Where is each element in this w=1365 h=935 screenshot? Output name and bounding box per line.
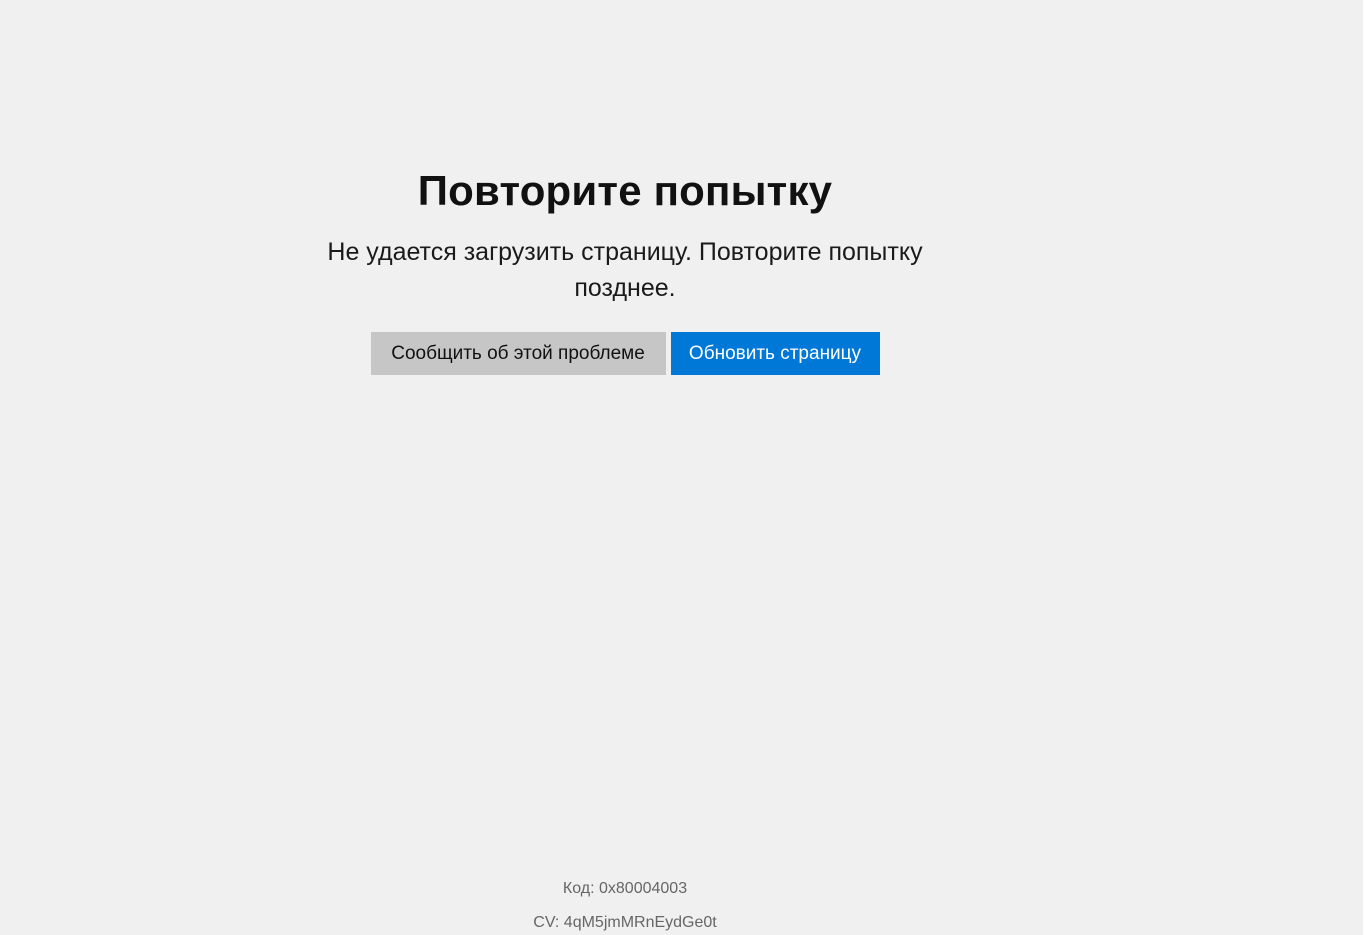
error-title: Повторите попытку	[417, 167, 833, 214]
error-actions: Сообщить об этой проблеме Обновить стран…	[300, 332, 950, 375]
diagnostic-footer: Код: 0x80004003 CV: 4qM5jmMRnEydGe0t	[475, 872, 775, 935]
error-message: Не удается загрузить страницу. Повторите…	[327, 238, 923, 302]
error-content: Повторите попытку Не удается загрузить с…	[300, 165, 950, 375]
error-code: Код: 0x80004003	[562, 880, 688, 897]
error-page: Повторите попытку Не удается загрузить с…	[0, 0, 1365, 935]
refresh-page-button[interactable]: Обновить страницу	[670, 332, 880, 375]
report-problem-button[interactable]: Сообщить об этой проблеме	[370, 332, 666, 375]
correlation-vector: CV: 4qM5jmMRnEydGe0t	[533, 914, 717, 931]
